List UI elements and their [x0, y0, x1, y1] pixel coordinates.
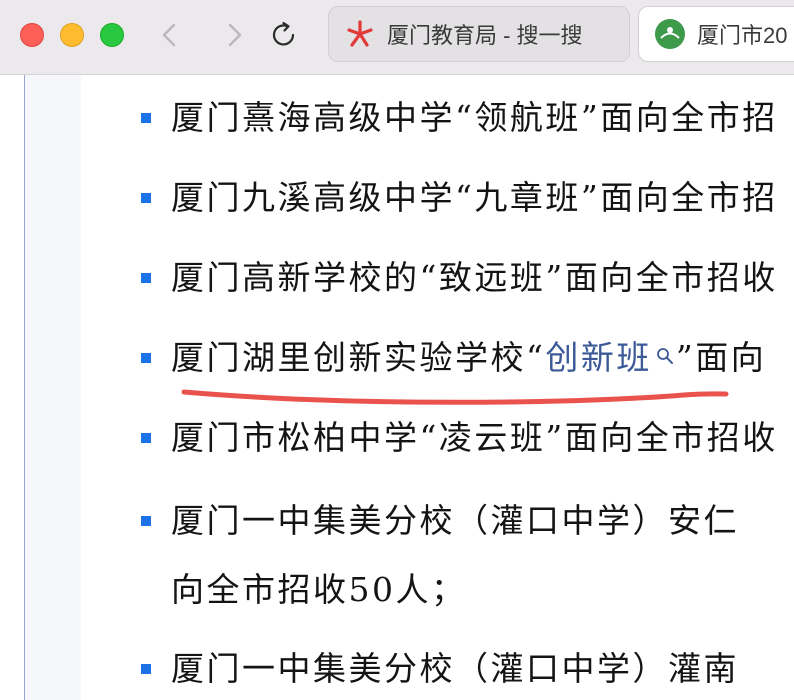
bullet-icon — [141, 664, 151, 674]
bullet-icon — [141, 433, 151, 443]
list-item-text: 厦门九溪高级中学“九章班”面向全市招 — [171, 178, 778, 217]
list-item-text: 厦门市松柏中学“凌云班”面向全市招收 — [171, 418, 778, 457]
red-annotation-underline — [181, 389, 729, 405]
article-list: 厦门熹海高级中学“领航班”面向全市招 厦门九溪高级中学“九章班”面向全市招 厦门… — [0, 0, 794, 700]
list-item-continuation: 向全市招收50人； — [171, 570, 467, 609]
search-icon[interactable] — [656, 334, 674, 364]
list-item-prefix: 厦门湖里创新实验学校“ — [171, 338, 546, 377]
bullet-icon — [141, 113, 151, 123]
list-item-text: 厦门高新学校的“致远班”面向全市招收 — [171, 258, 778, 297]
list-item-suffix: ”面向 — [675, 338, 767, 377]
list-item-text: 厦门一中集美分校（灌口中学）安仁 — [171, 501, 739, 540]
bullet-icon — [141, 193, 151, 203]
bullet-icon — [141, 353, 151, 363]
innovation-class-link[interactable]: 创新班 — [545, 338, 652, 377]
list-item-text: 厦门一中集美分校（灌口中学）灌南 — [171, 649, 739, 688]
list-item-text: 厦门熹海高级中学“领航班”面向全市招 — [171, 98, 778, 137]
list-item-text: 厦门湖里创新实验学校“创新班 ”面向 — [171, 338, 766, 378]
bullet-icon — [141, 273, 151, 283]
bullet-icon — [141, 516, 151, 526]
